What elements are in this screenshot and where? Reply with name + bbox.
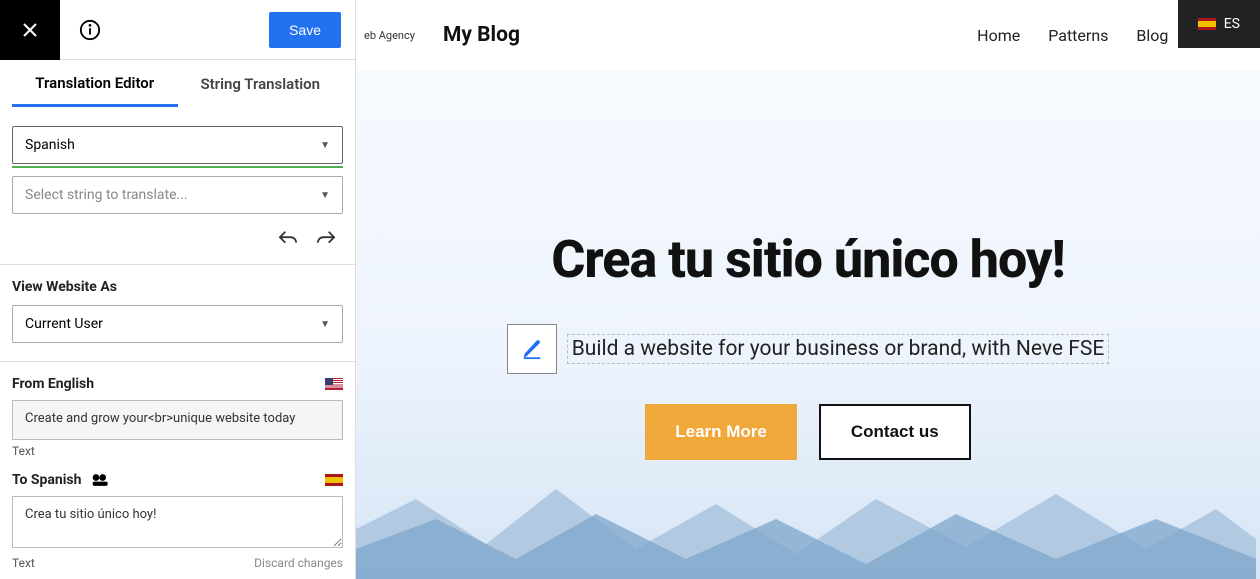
edit-string-button[interactable] — [507, 324, 557, 374]
preview-pane: eb Agency My Blog Home Patterns Blog Con… — [356, 0, 1260, 579]
view-as-value: Current User — [25, 316, 103, 332]
language-select[interactable]: Spanish ▼ — [12, 126, 343, 164]
learn-more-button[interactable]: Learn More — [645, 404, 797, 460]
language-select-value: Spanish — [25, 137, 75, 153]
hero-subtitle[interactable]: Build a website for your business or bra… — [567, 334, 1110, 364]
language-switcher[interactable]: ES — [1178, 0, 1260, 48]
flag-us-icon — [325, 378, 343, 390]
translation-input[interactable] — [12, 496, 343, 548]
save-button[interactable]: Save — [269, 12, 341, 48]
view-as-label: View Website As — [12, 279, 343, 295]
chevron-down-icon: ▼ — [320, 140, 330, 151]
nav-home[interactable]: Home — [977, 26, 1020, 45]
tab-translation-editor[interactable]: Translation Editor — [12, 62, 178, 107]
machine-translation-icon[interactable] — [91, 473, 111, 487]
chevron-down-icon: ▼ — [320, 190, 330, 201]
flag-es-icon — [1198, 18, 1216, 30]
chevron-down-icon: ▼ — [320, 319, 330, 330]
discard-changes[interactable]: Discard changes — [254, 556, 343, 570]
undo-icon[interactable] — [277, 230, 299, 248]
nav-patterns[interactable]: Patterns — [1048, 26, 1108, 45]
hero-title[interactable]: Crea tu sitio único hoy! — [551, 229, 1064, 290]
nav-blog[interactable]: Blog — [1136, 26, 1168, 45]
string-select-placeholder: Select string to translate... — [25, 187, 188, 203]
contact-us-button[interactable]: Contact us — [819, 404, 971, 460]
flag-es-icon — [325, 474, 343, 486]
site-title[interactable]: My Blog — [443, 23, 520, 47]
close-button[interactable] — [0, 0, 60, 60]
info-button[interactable] — [60, 0, 120, 60]
language-code: ES — [1224, 16, 1240, 32]
from-english-label: From English — [12, 376, 94, 392]
view-as-select[interactable]: Current User ▼ — [12, 305, 343, 343]
tab-string-translation[interactable]: String Translation — [178, 63, 344, 105]
translation-hint: Text — [12, 556, 35, 570]
source-text: Create and grow your<br>unique website t… — [12, 400, 343, 440]
agency-label: eb Agency — [364, 29, 415, 42]
source-hint: Text — [12, 444, 343, 458]
redo-icon[interactable] — [315, 230, 337, 248]
string-select[interactable]: Select string to translate... ▼ — [12, 176, 343, 214]
to-spanish-label: To Spanish — [12, 472, 81, 488]
